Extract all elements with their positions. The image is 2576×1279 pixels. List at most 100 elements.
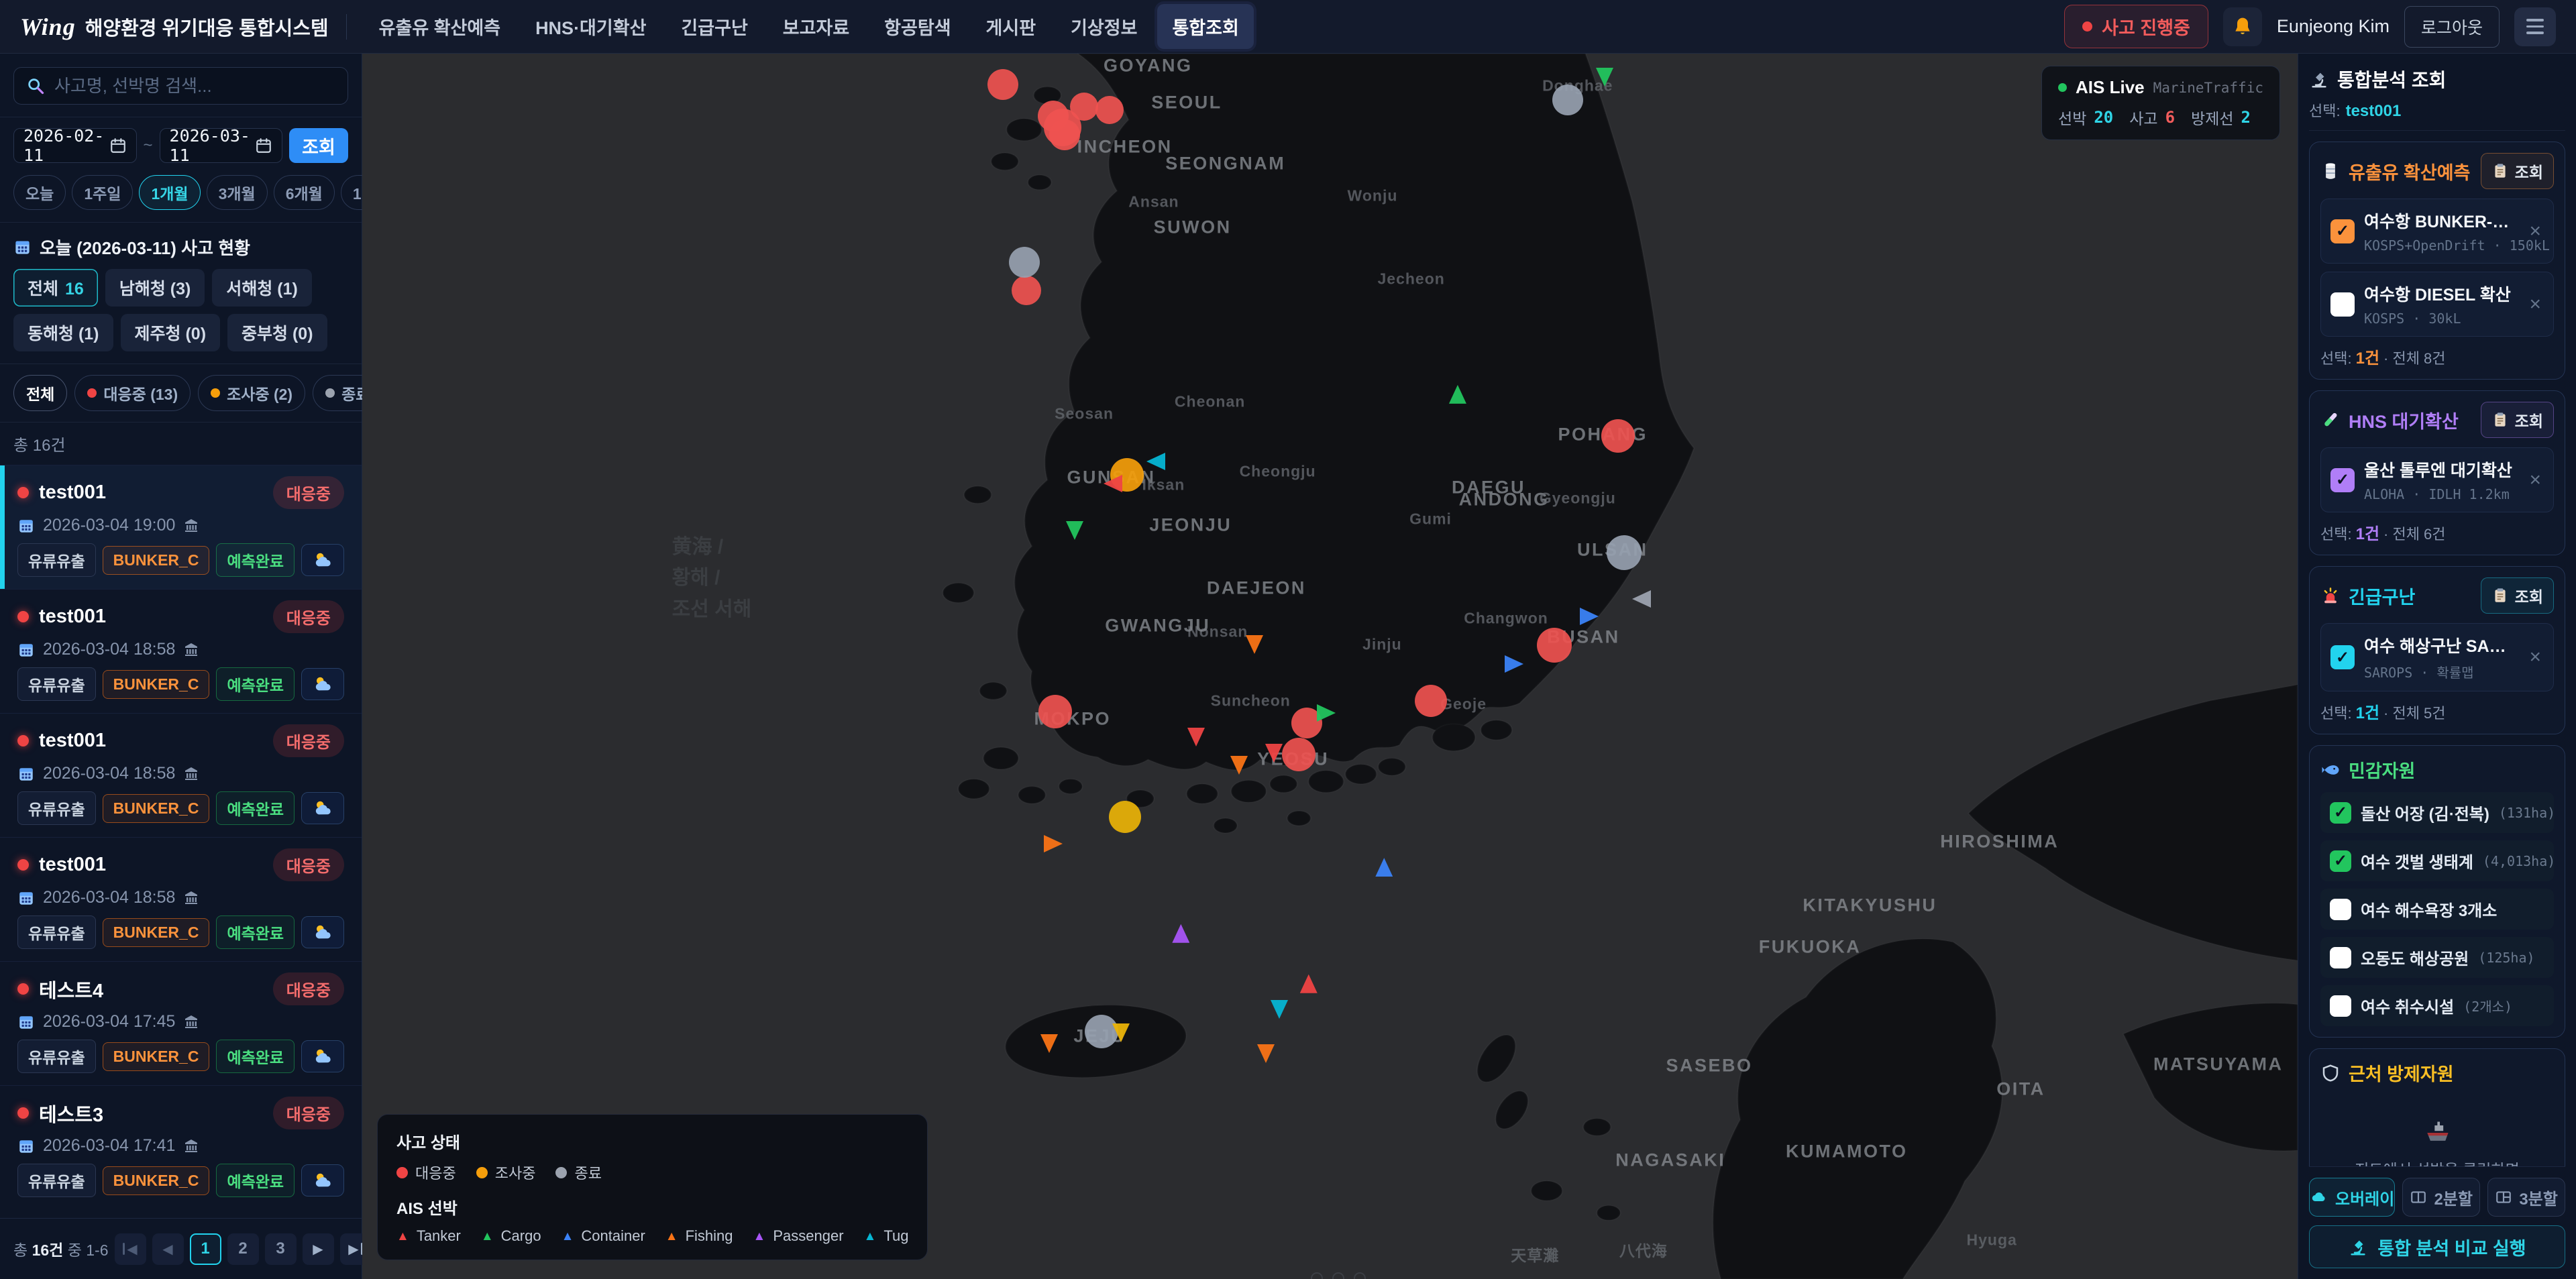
nav-item[interactable]: 기상정보 [1056, 4, 1152, 49]
quick-range-chip[interactable]: 1주일 [72, 175, 133, 210]
search-input[interactable] [54, 76, 335, 97]
ship-marker[interactable] [1112, 1023, 1130, 1042]
close-icon[interactable]: × [2526, 647, 2544, 667]
checkbox-unchecked[interactable] [2330, 947, 2351, 968]
sensitive-resource-item[interactable]: ✓여수 갯벌 생태계(4,013ha) [2320, 840, 2554, 881]
section-query-button[interactable]: 조회 [2481, 402, 2554, 438]
notifications-button[interactable] [2223, 7, 2262, 46]
ship-marker[interactable] [1596, 68, 1613, 87]
close-icon[interactable]: × [2526, 221, 2544, 241]
analysis-item[interactable]: 여수항 DIESEL 확산KOSPS · 30kL× [2320, 272, 2554, 337]
quick-range-chip[interactable]: 3개월 [207, 175, 268, 210]
region-filter-chip[interactable]: 서해청 (1) [212, 269, 312, 307]
ship-marker[interactable] [1300, 975, 1318, 993]
date-query-button[interactable]: 조회 [289, 128, 348, 163]
status-filter-chip[interactable]: 전체 [13, 375, 67, 411]
incident-marker[interactable] [1601, 419, 1635, 453]
ship-marker[interactable] [1271, 1000, 1288, 1019]
nav-item[interactable]: 게시판 [971, 4, 1051, 49]
incident-list-item[interactable]: test001대응중2026-03-04 18:58유류유출BUNKER_C예측… [0, 837, 362, 961]
incident-list-item[interactable]: 테스트4대응중2026-03-04 17:45유류유출BUNKER_C예측완료 [0, 961, 362, 1085]
sensitive-resource-item[interactable]: 오동도 해상공원(125ha) [2320, 937, 2554, 978]
logout-button[interactable]: 로그아웃 [2404, 6, 2500, 48]
hamburger-menu-button[interactable] [2514, 7, 2556, 46]
sensitive-resource-item[interactable]: 여수 취수시설(2개소) [2320, 985, 2554, 1026]
status-filter-chip[interactable]: 대응중 (13) [74, 375, 191, 411]
page-number-button[interactable]: 1 [190, 1233, 221, 1265]
sensitive-resource-item[interactable]: ✓돌산 어장 (김·전복)(131ha) [2320, 792, 2554, 833]
ship-marker[interactable] [1257, 1044, 1275, 1063]
date-from-field[interactable]: 2026-02-11 [13, 128, 137, 163]
incident-marker[interactable] [1537, 628, 1572, 663]
close-icon[interactable]: × [2526, 470, 2544, 490]
incident-marker[interactable] [1009, 247, 1040, 278]
section-query-button[interactable]: 조회 [2481, 153, 2554, 189]
incident-list-item[interactable]: test001대응중2026-03-04 18:58유류유출BUNKER_C예측… [0, 589, 362, 713]
quick-range-chip[interactable]: 오늘 [13, 175, 66, 210]
incident-marker[interactable] [1109, 801, 1141, 833]
view-mode-button[interactable]: 오버레이 [2309, 1178, 2395, 1217]
checkbox-unchecked[interactable] [2330, 899, 2351, 920]
ship-marker[interactable] [1187, 728, 1205, 746]
ship-marker[interactable] [1265, 744, 1283, 763]
sensitive-resource-item[interactable]: 여수 해수욕장 3개소 [2320, 889, 2554, 930]
region-filter-chip[interactable]: 전체16 [13, 269, 98, 307]
weather-button[interactable] [301, 1040, 344, 1072]
status-filter-chip[interactable]: 조사중 (2) [198, 375, 305, 411]
analysis-item[interactable]: ✓여수 해상구난 SAR #12SAROPS · 확률맵× [2320, 623, 2554, 691]
quick-range-chip[interactable]: 6개월 [274, 175, 335, 210]
nav-item[interactable]: 긴급구난 [666, 4, 762, 49]
incident-marker[interactable] [987, 69, 1018, 100]
page-number-button[interactable]: 2 [227, 1233, 259, 1265]
ship-marker[interactable] [1317, 704, 1336, 722]
incident-marker[interactable] [1095, 96, 1124, 124]
date-to-field[interactable]: 2026-03-11 [160, 128, 283, 163]
incident-marker[interactable] [1415, 685, 1447, 717]
ship-marker[interactable] [1172, 924, 1189, 943]
checkbox-checked[interactable]: ✓ [2330, 850, 2351, 872]
nav-item[interactable]: 통합조회 [1157, 4, 1253, 49]
ship-marker[interactable] [1066, 521, 1083, 540]
incident-marker[interactable] [1607, 535, 1642, 570]
incident-marker[interactable] [1038, 695, 1072, 728]
run-comparison-button[interactable]: 통합 분석 비교 실행 [2309, 1225, 2565, 1268]
incident-list-item[interactable]: test001대응중2026-03-04 18:58유류유출BUNKER_C예측… [0, 713, 362, 837]
checkbox-checked[interactable]: ✓ [2330, 219, 2355, 243]
nav-item[interactable]: 항공탐색 [869, 4, 965, 49]
nav-item[interactable]: 유출유 확산예측 [364, 4, 515, 49]
ship-marker[interactable] [1104, 475, 1122, 492]
region-filter-chip[interactable]: 동해청 (1) [13, 314, 113, 351]
ship-marker[interactable] [1505, 655, 1523, 673]
ship-marker[interactable] [1044, 835, 1063, 852]
ship-marker[interactable] [1375, 858, 1393, 877]
checkbox-checked[interactable]: ✓ [2330, 802, 2351, 824]
ship-marker[interactable] [1246, 635, 1263, 654]
checkbox-checked[interactable]: ✓ [2330, 468, 2355, 492]
weather-button[interactable] [301, 544, 344, 576]
nav-item[interactable]: HNS·대기확산 [521, 4, 661, 49]
incident-marker[interactable] [1044, 109, 1081, 146]
weather-button[interactable] [301, 792, 344, 824]
incident-inprogress-badge[interactable]: 사고 진행중 [2064, 5, 2208, 48]
weather-button[interactable] [301, 668, 344, 700]
region-filter-chip[interactable]: 남해청 (3) [105, 269, 205, 307]
checkbox-unchecked[interactable] [2330, 292, 2355, 317]
quick-range-chip[interactable]: 1개월 [139, 175, 200, 210]
view-mode-button[interactable]: 3분할 [2487, 1178, 2565, 1217]
region-filter-chip[interactable]: 제주청 (0) [121, 314, 221, 351]
incident-list-item[interactable]: test001대응중2026-03-04 19:00유류유출BUNKER_C예측… [0, 465, 362, 589]
region-filter-chip[interactable]: 중부청 (0) [227, 314, 327, 351]
analysis-item[interactable]: ✓울산 톨루엔 대기확산ALOHA · IDLH 1.2km× [2320, 447, 2554, 512]
checkbox-unchecked[interactable] [2330, 995, 2351, 1017]
weather-button[interactable] [301, 916, 344, 948]
incident-marker[interactable] [1282, 738, 1316, 771]
nav-item[interactable]: 보고자료 [768, 4, 864, 49]
incident-marker[interactable] [1012, 276, 1041, 305]
view-mode-button[interactable]: 2분할 [2402, 1178, 2480, 1217]
ship-marker[interactable] [1230, 756, 1248, 775]
weather-button[interactable] [301, 1164, 344, 1197]
page-number-button[interactable]: 3 [265, 1233, 297, 1265]
first-page-button[interactable]: ◀ [115, 1233, 146, 1265]
ship-marker[interactable] [1580, 608, 1599, 625]
ship-marker[interactable] [1449, 385, 1466, 404]
